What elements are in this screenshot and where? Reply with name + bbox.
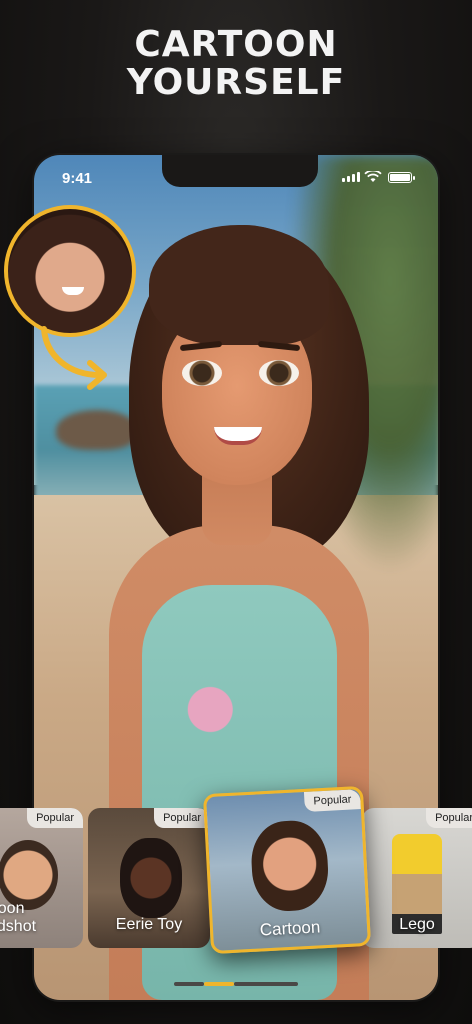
card-label: Cartoon [259, 917, 321, 940]
popular-badge: Popular [426, 808, 472, 828]
card-thumbnail [249, 818, 331, 913]
style-card-eerie-toy[interactable]: Popular Eerie Toy [88, 808, 210, 948]
headline-line-2: YOURSELF [126, 62, 346, 103]
notch [162, 155, 318, 187]
cellular-signal-icon [342, 172, 360, 182]
card-label: Eerie Toy [115, 916, 183, 933]
battery-icon [388, 172, 415, 183]
original-photo-avatar [4, 205, 136, 337]
headline-line-1: CARTOON [134, 24, 338, 65]
style-card-cartoon[interactable]: Popular Cartoon [202, 785, 372, 955]
curved-arrow-icon [41, 326, 107, 390]
style-carousel[interactable]: Popular rtoon adshot Popular Eerie Toy P… [0, 785, 472, 965]
card-thumbnail [120, 838, 182, 918]
headline: CARTOON YOURSELF [0, 26, 472, 102]
card-label: rtoon adshot [0, 900, 37, 935]
card-label: Lego [399, 916, 435, 933]
style-card-lego[interactable]: Popular Lego [362, 808, 472, 948]
wifi-icon [364, 171, 382, 182]
status-time: 9:41 [62, 170, 93, 187]
style-card-cartoon-headshot[interactable]: Popular rtoon adshot [0, 808, 83, 948]
popular-badge: Popular [154, 808, 210, 828]
status-bar: 9:41 [34, 155, 438, 199]
page-indicator [174, 982, 298, 986]
popular-badge: Popular [27, 808, 83, 828]
popular-badge: Popular [304, 789, 361, 812]
